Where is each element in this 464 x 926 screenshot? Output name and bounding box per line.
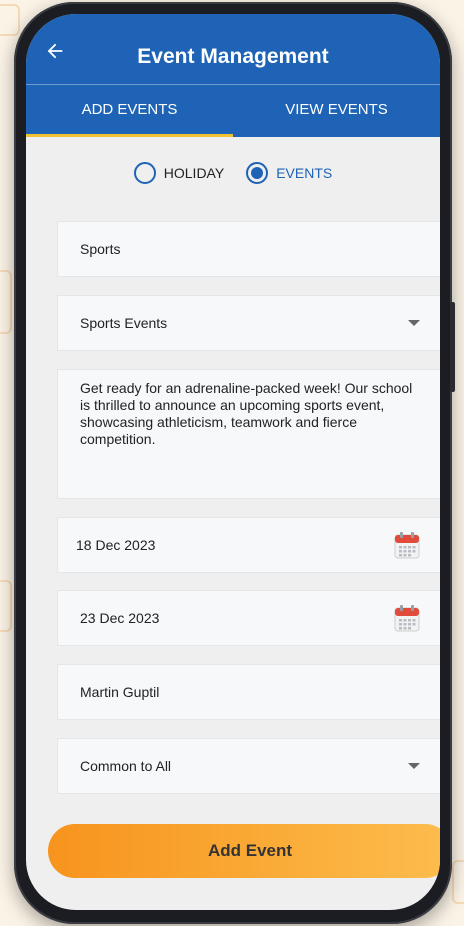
organizer-input[interactable]: Martin Guptil bbox=[57, 664, 440, 720]
phone-side-button bbox=[450, 302, 455, 392]
tab-bar: ADD EVENTS VIEW EVENTS bbox=[26, 85, 440, 137]
radio-dot bbox=[251, 167, 264, 179]
end-date-field[interactable]: 23 Dec 2023 bbox=[57, 590, 440, 646]
event-title-value: Sports bbox=[80, 241, 121, 257]
tab-add-events[interactable]: ADD EVENTS bbox=[26, 85, 233, 137]
background-doodle bbox=[452, 860, 464, 904]
calendar-icon[interactable] bbox=[394, 531, 420, 559]
radio-events[interactable]: EVENTS bbox=[246, 162, 332, 184]
add-event-button[interactable]: Add Event bbox=[48, 824, 440, 878]
audience-select[interactable]: Common to All bbox=[57, 738, 440, 794]
organizer-value: Martin Guptil bbox=[80, 684, 160, 700]
app-screen: Event Management ADD EVENTS VIEW EVENTS … bbox=[26, 14, 440, 910]
background-doodle bbox=[0, 4, 20, 36]
background-doodle bbox=[0, 270, 12, 334]
radio-holiday[interactable]: HOLIDAY bbox=[133, 162, 225, 184]
start-date-field[interactable]: 18 Dec 2023 bbox=[57, 517, 440, 573]
event-category-value: Sports Events bbox=[80, 315, 168, 331]
event-description-value: Get ready for an adrenaline-packed week!… bbox=[80, 380, 413, 447]
radio-selected-icon bbox=[246, 162, 269, 184]
event-type-radio-group: HOLIDAY EVENTS bbox=[26, 162, 440, 184]
end-date-value: 23 Dec 2023 bbox=[80, 610, 160, 626]
event-title-input[interactable]: Sports bbox=[57, 221, 440, 277]
radio-unselected-icon bbox=[133, 162, 156, 184]
audience-value: Common to All bbox=[80, 758, 172, 774]
event-description-textarea[interactable]: Get ready for an adrenaline-packed week!… bbox=[57, 369, 440, 499]
calendar-icon[interactable] bbox=[394, 604, 420, 632]
tab-view-events[interactable]: VIEW EVENTS bbox=[233, 85, 440, 137]
radio-events-label: EVENTS bbox=[276, 165, 333, 181]
app-bar: Event Management bbox=[26, 14, 440, 85]
background-doodle bbox=[0, 580, 12, 632]
radio-holiday-label: HOLIDAY bbox=[163, 165, 225, 181]
chevron-down-icon bbox=[408, 320, 420, 326]
phone-frame: Event Management ADD EVENTS VIEW EVENTS … bbox=[14, 2, 455, 924]
page-title: Event Management bbox=[137, 45, 329, 68]
start-date-value: 18 Dec 2023 bbox=[76, 537, 156, 553]
event-category-select[interactable]: Sports Events bbox=[57, 295, 440, 351]
chevron-down-icon bbox=[408, 763, 420, 769]
